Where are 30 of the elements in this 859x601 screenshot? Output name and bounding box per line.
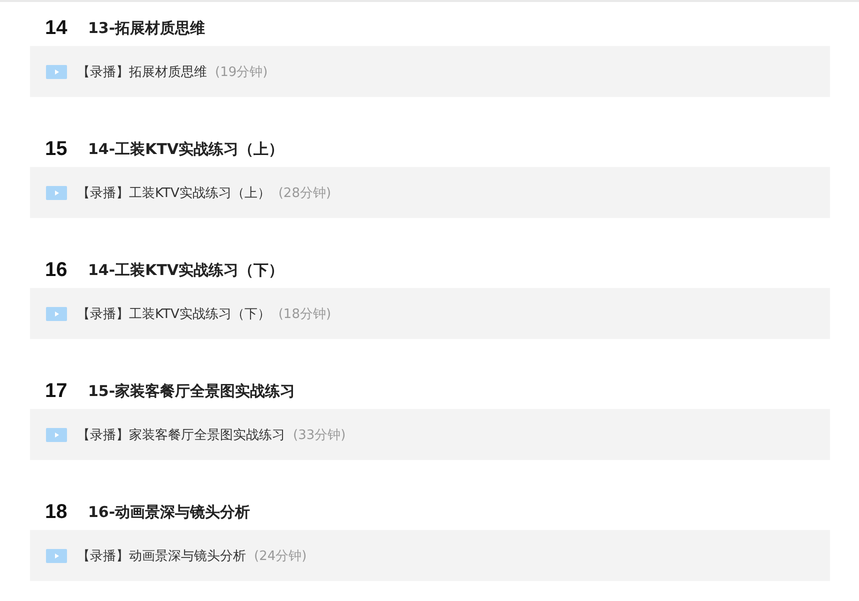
video-play-icon <box>46 306 67 320</box>
lesson-title: 【录播】工装KTV实战练习（上） <box>77 184 270 202</box>
chapter-title: 13-拓展材质思维 <box>88 18 206 38</box>
lesson-row[interactable]: 【录播】家装客餐厅全景图实战练习 (33分钟) <box>30 409 830 460</box>
lesson-duration: (19分钟) <box>215 64 268 80</box>
chapter-number: 18 <box>45 500 68 524</box>
chapter-number: 14 <box>45 16 68 40</box>
lesson-row[interactable]: 【录播】动画景深与镜头分析 (24分钟) <box>30 530 830 581</box>
chapter-title: 14-工装KTV实战练习（下） <box>88 260 284 280</box>
video-play-icon <box>46 428 67 442</box>
chapter-title: 15-家装客餐厅全景图实战练习 <box>88 380 296 402</box>
lesson-title: 【录播】家装客餐厅全景图实战练习 <box>77 426 285 444</box>
video-play-icon <box>46 64 67 78</box>
lesson-duration: (28分钟) <box>278 184 332 202</box>
chapter-number: 15 <box>45 136 68 160</box>
lesson-duration: (24分钟) <box>254 548 307 564</box>
chapter-title: 16-动画景深与镜头分析 <box>88 502 250 522</box>
chapter-number: 16 <box>45 258 68 282</box>
lesson-duration: (33分钟) <box>293 426 346 444</box>
lesson-row[interactable]: 【录播】工装KTV实战练习（下） (18分钟) <box>30 288 830 339</box>
video-play-icon <box>46 548 67 562</box>
lesson-title: 【录播】动画景深与镜头分析 <box>77 548 246 564</box>
lesson-title: 【录播】拓展材质思维 <box>77 64 207 80</box>
lesson-duration: (18分钟) <box>278 306 332 322</box>
chapter-number: 17 <box>45 378 68 402</box>
lesson-row[interactable]: 【录播】拓展材质思维 (19分钟) <box>30 46 830 97</box>
chapter-title: 14-工装KTV实战练习（上） <box>88 138 284 160</box>
lesson-row[interactable]: 【录播】工装KTV实战练习（上） (28分钟) <box>30 167 830 218</box>
lesson-title: 【录播】工装KTV实战练习（下） <box>77 306 270 322</box>
video-play-icon <box>46 186 67 200</box>
